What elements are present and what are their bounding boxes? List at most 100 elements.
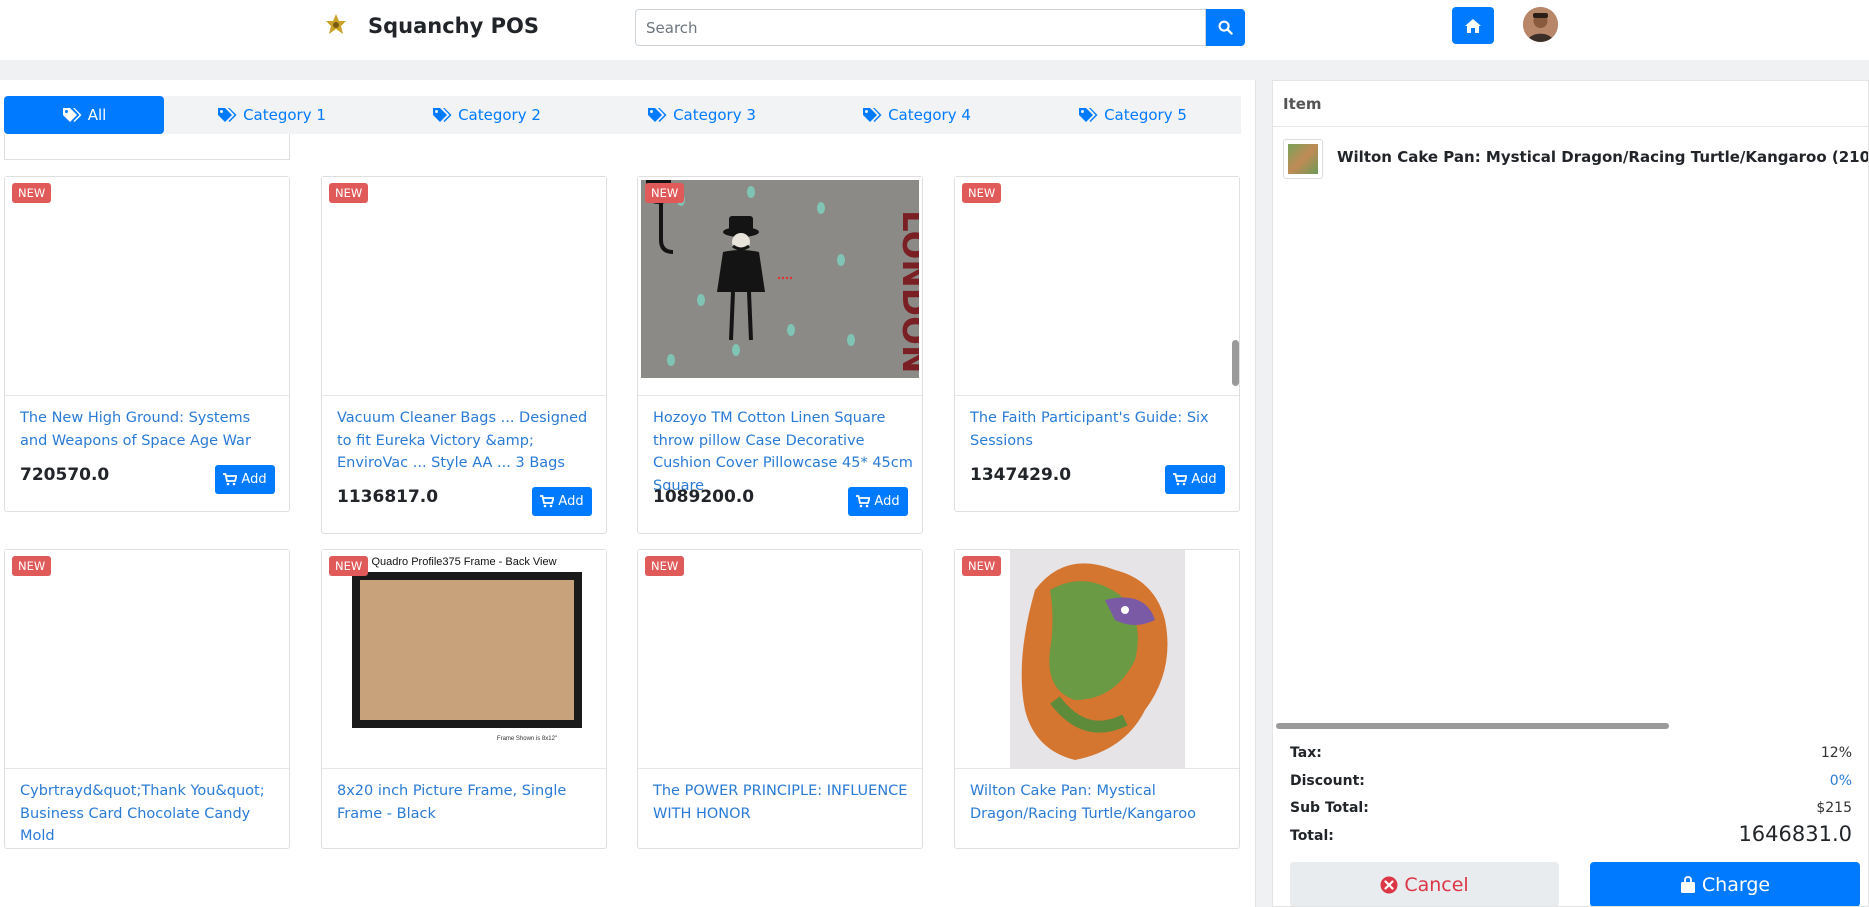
tax-label: Tax: — [1290, 745, 1322, 761]
product-title[interactable]: Vacuum Cleaner Bags ... Designed to fit … — [337, 407, 599, 475]
product-title[interactable]: Wilton Cake Pan: Mystical Dragon/Racing … — [970, 780, 1232, 825]
product-title[interactable]: 8x20 inch Picture Frame, Single Frame - … — [337, 780, 599, 825]
cancel-button[interactable]: Cancel — [1290, 862, 1559, 906]
tax-value: 12% — [1820, 745, 1852, 761]
tab-label: Category 3 — [673, 106, 756, 124]
tags-icon — [648, 108, 667, 122]
cancel-circle-icon — [1380, 876, 1398, 893]
add-to-cart-button[interactable]: Add — [532, 487, 592, 516]
dragon-cake-pan-image — [955, 550, 1239, 768]
product-image[interactable] — [955, 177, 1239, 396]
discount-value[interactable]: 0% — [1830, 773, 1852, 789]
tab-label: Category 4 — [888, 106, 971, 124]
frame-image-caption: Quadro Profile375 Frame - Back View — [371, 556, 556, 568]
header-divider — [0, 60, 1869, 80]
tags-icon — [62, 108, 82, 122]
tags-icon — [218, 108, 237, 122]
search-input[interactable] — [635, 9, 1206, 46]
search-button[interactable] — [1206, 9, 1245, 46]
tab-label: Category 2 — [458, 106, 541, 124]
product-card[interactable]: NEW Cybrtrayd&quot;Thank You&quot; Busin… — [4, 549, 290, 849]
charge-button[interactable]: Charge — [1590, 862, 1860, 906]
tags-icon — [863, 108, 882, 122]
home-button[interactable] — [1452, 7, 1494, 44]
add-label: Add — [558, 494, 584, 509]
product-image[interactable]: Quadro Profile375 Frame - Back View Fram… — [322, 550, 606, 769]
new-badge: NEW — [12, 183, 52, 203]
app-title[interactable]: Squanchy POS — [368, 14, 539, 38]
discount-row: Discount: 0% — [1290, 769, 1852, 793]
new-badge: NEW — [329, 183, 369, 203]
product-image[interactable]: LONDON — [638, 177, 922, 396]
add-to-cart-button[interactable]: Add — [1165, 465, 1225, 494]
product-card[interactable]: NEW The POWER PRINCIPLE: INFLUENCE WITH … — [637, 549, 923, 849]
product-card[interactable]: NEW The Faith Participant's Guide: Six S… — [954, 176, 1240, 512]
avatar[interactable] — [1523, 7, 1558, 42]
tab-category-3[interactable]: Category 3 — [594, 96, 809, 134]
tags-icon — [433, 108, 452, 122]
user-photo-icon — [1523, 7, 1558, 42]
add-to-cart-button[interactable]: Add — [848, 487, 908, 516]
tab-category-5[interactable]: Category 5 — [1024, 96, 1241, 134]
tab-label: Category 5 — [1104, 106, 1187, 124]
home-icon — [1465, 18, 1481, 33]
product-image[interactable] — [955, 550, 1239, 769]
product-image[interactable] — [5, 177, 289, 396]
product-card[interactable]: NEW Wilton Cake Pan: Mystical Dragon/Rac… — [954, 549, 1240, 849]
subtotal-row: Sub Total: $215 — [1290, 796, 1852, 820]
product-price: 1347429.0 — [970, 465, 1072, 485]
cart-icon — [223, 473, 238, 486]
product-card[interactable]: NEW Vacuum Cleaner Bags ... Designed to … — [321, 176, 607, 534]
product-price: 1136817.0 — [337, 487, 439, 507]
charge-label: Charge — [1701, 873, 1771, 896]
new-badge: NEW — [645, 183, 685, 203]
cart-horizontal-scrollbar[interactable] — [1276, 723, 1669, 729]
new-badge: NEW — [962, 183, 1002, 203]
product-title[interactable]: The Faith Participant's Guide: Six Sessi… — [970, 407, 1232, 452]
picture-frame-image: Quadro Profile375 Frame - Back View Fram… — [322, 550, 606, 768]
product-panel: All Category 1 Category 2 Category 3 Cat… — [0, 80, 1256, 907]
product-card-partial — [4, 134, 290, 160]
new-badge: NEW — [645, 556, 685, 576]
tab-category-2[interactable]: Category 2 — [379, 96, 594, 134]
cart-item[interactable]: Wilton Cake Pan: Mystical Dragon/Racing … — [1283, 139, 1868, 181]
product-card[interactable]: LONDON NEW Hozoyo TM Cotton Linen Square… — [637, 176, 923, 534]
cancel-label: Cancel — [1404, 873, 1469, 896]
total-value: 1646831.0 — [1738, 822, 1852, 846]
product-price: 720570.0 — [20, 465, 110, 485]
cart-item-thumbnail — [1283, 139, 1323, 179]
product-price: 1089200.0 — [653, 487, 755, 507]
frame-image-note: Frame Shown is 8x12" — [497, 736, 557, 742]
product-card[interactable]: NEW The New High Ground: Systems and Wea… — [4, 176, 290, 512]
subtotal-label: Sub Total: — [1290, 800, 1369, 816]
tab-all[interactable]: All — [4, 96, 164, 134]
product-image[interactable] — [5, 550, 289, 769]
cart-icon — [540, 495, 555, 508]
tab-category-1[interactable]: Category 1 — [164, 96, 379, 134]
total-row: Total: 1646831.0 — [1290, 822, 1852, 848]
product-image[interactable] — [638, 550, 922, 769]
brand-logo-icon[interactable] — [323, 12, 349, 40]
tab-label: Category 1 — [243, 106, 326, 124]
tab-category-4[interactable]: Category 4 — [809, 96, 1024, 134]
london-pillow-image: LONDON — [641, 180, 922, 378]
tags-icon — [1079, 108, 1098, 122]
product-card[interactable]: Quadro Profile375 Frame - Back View Fram… — [321, 549, 607, 849]
cart-icon — [856, 495, 871, 508]
navbar: Squanchy POS — [0, 0, 1869, 60]
cart-header: Item — [1273, 81, 1868, 127]
product-title[interactable]: The POWER PRINCIPLE: INFLUENCE WITH HONO… — [653, 780, 915, 825]
total-label: Total: — [1290, 828, 1334, 844]
product-title[interactable]: The New High Ground: Systems and Weapons… — [20, 407, 282, 452]
discount-label: Discount: — [1290, 773, 1365, 789]
product-title[interactable]: Hozoyo TM Cotton Linen Square throw pill… — [653, 407, 915, 497]
cart-icon — [1173, 473, 1188, 486]
product-title[interactable]: Cybrtrayd&quot;Thank You&quot; Business … — [20, 780, 282, 848]
add-to-cart-button[interactable]: Add — [215, 465, 275, 494]
shopping-bag-icon — [1680, 875, 1695, 893]
tab-label: All — [87, 106, 107, 124]
new-badge: NEW — [329, 556, 369, 576]
product-scrollbar[interactable] — [1232, 340, 1239, 386]
product-image[interactable] — [322, 177, 606, 396]
new-badge: NEW — [962, 556, 1002, 576]
